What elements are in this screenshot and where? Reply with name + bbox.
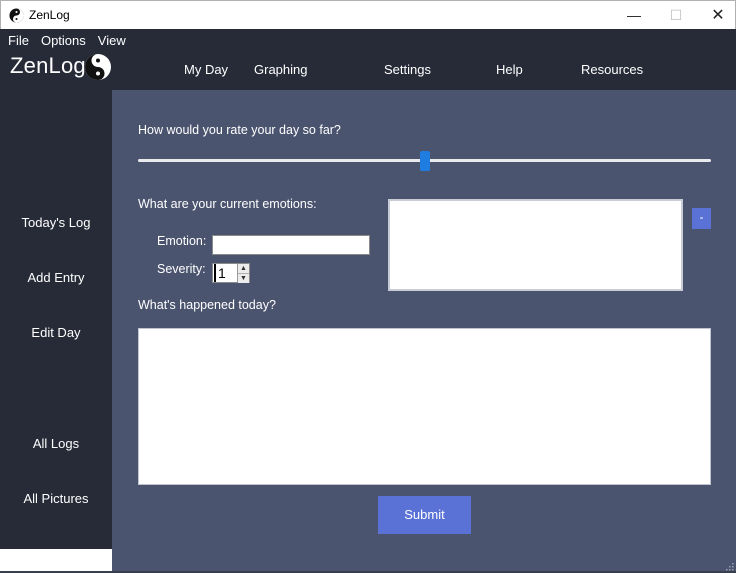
nav-resources[interactable]: Resources	[581, 62, 643, 77]
sidebar-item-add-entry[interactable]: Add Entry	[0, 270, 112, 285]
title-bar: ZenLog — ☐ ✕	[0, 0, 736, 29]
severity-stepper[interactable]: 1 ▲ ▼	[212, 263, 250, 283]
severity-label: Severity:	[157, 262, 206, 276]
submit-button[interactable]: Submit	[378, 496, 471, 534]
emotions-question: What are your current emotions:	[138, 197, 317, 211]
emotion-list[interactable]	[388, 199, 683, 291]
menu-options[interactable]: Options	[41, 33, 86, 48]
brand-name: ZenLog	[10, 53, 86, 78]
yin-yang-icon	[9, 8, 24, 23]
rating-slider-thumb[interactable]	[420, 151, 430, 171]
sidebar-item-all-pictures[interactable]: All Pictures	[0, 491, 112, 506]
rating-question: How would you rate your day so far?	[138, 123, 341, 137]
sidebar-item-all-logs[interactable]: All Logs	[0, 436, 112, 451]
main-panel: How would you rate your day so far? What…	[112, 90, 736, 573]
nav-settings[interactable]: Settings	[384, 62, 431, 77]
stepper-down-icon[interactable]: ▼	[238, 274, 249, 283]
remove-emotion-button[interactable]: -	[692, 208, 711, 229]
minimize-button[interactable]: —	[611, 1, 657, 29]
window-title: ZenLog	[29, 8, 70, 22]
emotion-label: Emotion:	[157, 234, 207, 248]
yin-yang-icon	[85, 54, 111, 80]
happened-textarea[interactable]	[138, 328, 711, 485]
emotion-input[interactable]	[212, 235, 370, 255]
menu-file[interactable]: File	[8, 33, 29, 48]
maximize-button[interactable]: ☐	[653, 1, 699, 29]
resize-grip-icon[interactable]	[726, 563, 734, 571]
stepper-up-icon[interactable]: ▲	[238, 264, 249, 274]
sidebar: Today's Log Add Entry Edit Day All Logs …	[0, 90, 112, 549]
severity-value[interactable]: 1	[214, 264, 237, 282]
app-header: File Options View ZenLog My Day Graphing…	[0, 29, 736, 90]
sidebar-item-todays-log[interactable]: Today's Log	[0, 215, 112, 230]
menu-view[interactable]: View	[98, 33, 126, 48]
happened-question: What's happened today?	[138, 298, 276, 312]
nav-help[interactable]: Help	[496, 62, 523, 77]
nav-graphing[interactable]: Graphing	[254, 62, 307, 77]
close-button[interactable]: ✕	[695, 1, 736, 29]
menu-bar: File Options View	[8, 33, 138, 48]
severity-stepper-arrows[interactable]: ▲ ▼	[237, 264, 249, 283]
nav-my-day[interactable]: My Day	[184, 62, 228, 77]
sidebar-item-edit-day[interactable]: Edit Day	[0, 325, 112, 340]
